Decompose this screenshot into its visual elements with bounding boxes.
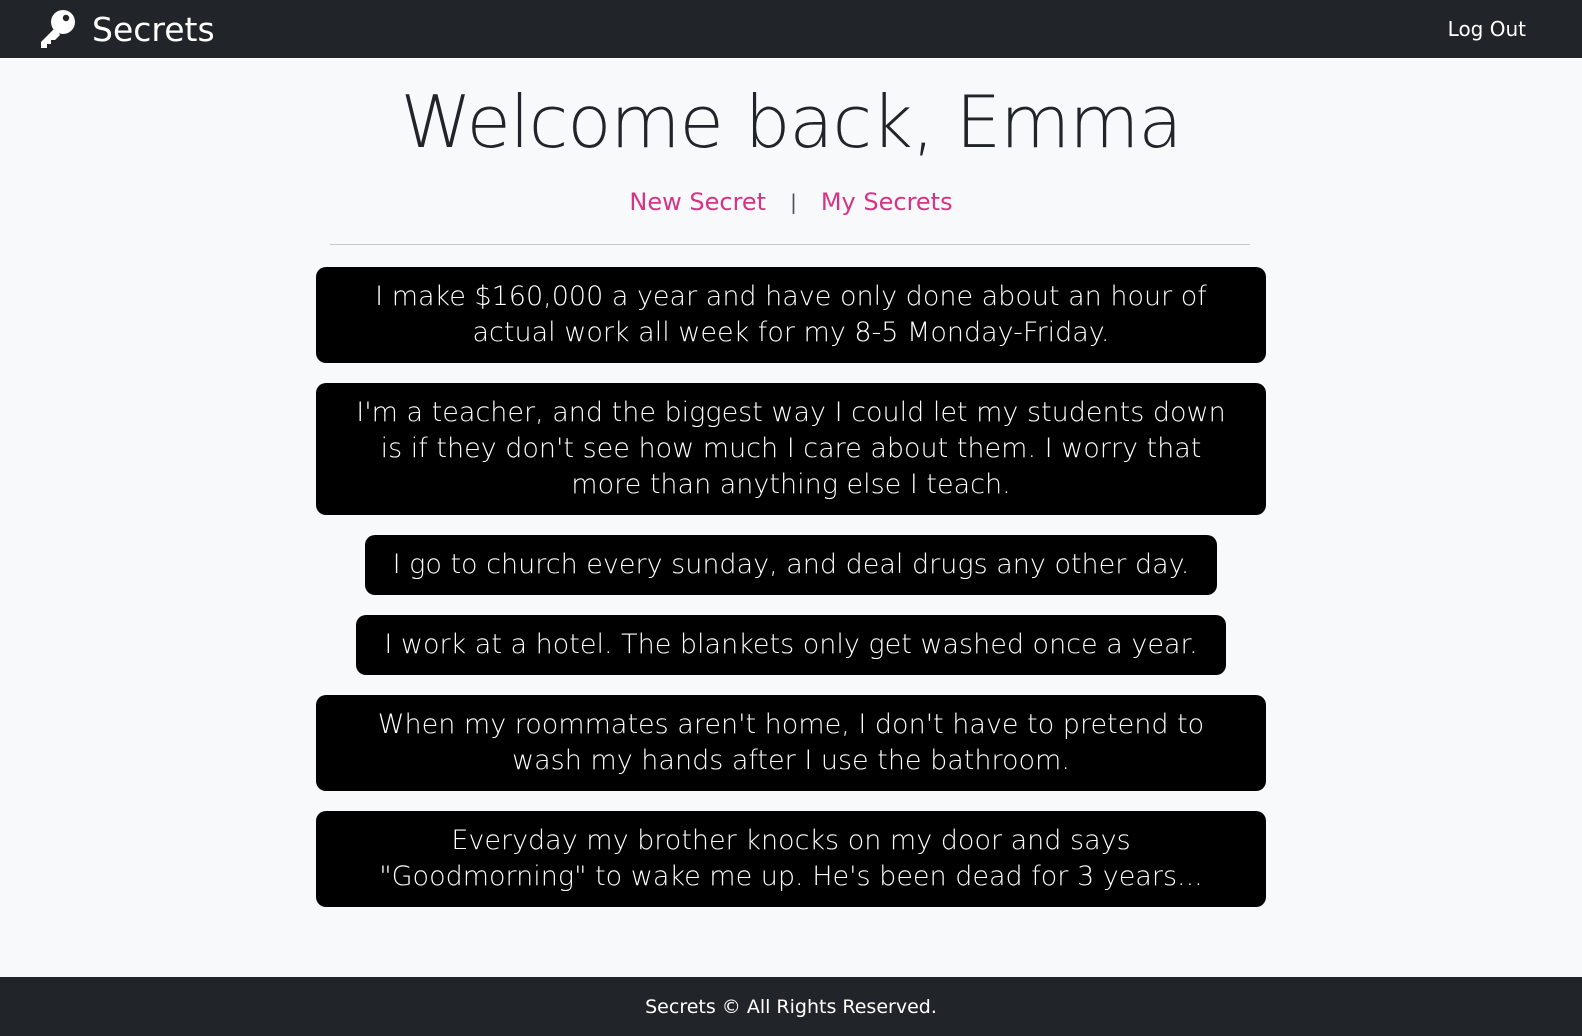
- brand-link[interactable]: Secrets: [36, 8, 215, 50]
- secret-card: Everyday my brother knocks on my door an…: [316, 811, 1266, 907]
- main-content: Welcome back, Emma New Secret | My Secre…: [0, 58, 1582, 976]
- key-icon: [36, 8, 78, 50]
- welcome-heading: Welcome back, Emma: [400, 80, 1183, 164]
- secret-card: I go to church every sunday, and deal dr…: [364, 535, 1218, 595]
- footer: Secrets © All Rights Reserved.: [0, 977, 1582, 1036]
- new-secret-link[interactable]: New Secret: [629, 188, 766, 216]
- link-separator: |: [790, 190, 797, 214]
- brand-label: Secrets: [92, 9, 215, 49]
- secret-card: I work at a hotel. The blankets only get…: [356, 615, 1226, 675]
- divider: [330, 244, 1250, 245]
- my-secrets-link[interactable]: My Secrets: [821, 188, 953, 216]
- secret-card: I'm a teacher, and the biggest way I cou…: [316, 383, 1266, 515]
- secrets-list: I make $160,000 a year and have only don…: [0, 267, 1582, 927]
- secret-links: New Secret | My Secrets: [0, 188, 1582, 216]
- logout-link[interactable]: Log Out: [1448, 17, 1526, 41]
- secret-card: When my roommates aren't home, I don't h…: [316, 695, 1266, 791]
- secret-card: I make $160,000 a year and have only don…: [316, 267, 1266, 363]
- footer-text: Secrets © All Rights Reserved.: [645, 995, 937, 1018]
- navbar: Secrets Log Out: [0, 0, 1582, 58]
